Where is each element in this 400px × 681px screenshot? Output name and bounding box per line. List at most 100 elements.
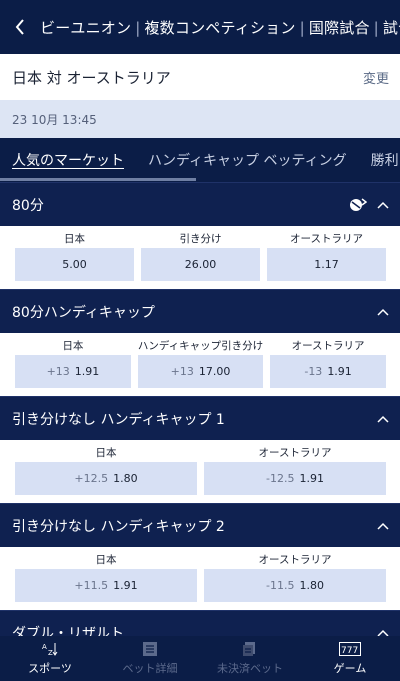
market-title: 80分ハンディキャップ [12,304,155,321]
market-section: ダブル・リザルト [0,610,400,636]
market-section: 引き分けなし ハンディキャップ 2 日本 +11.5 1.91 オーストラリア -… [0,503,400,610]
odds-button[interactable]: +12.5 1.80 [15,462,197,495]
odds-value: 1.17 [314,258,339,271]
tab-winning-margin[interactable]: 勝利マージン [359,138,400,182]
market-title: 80分 [12,197,44,214]
odds-button[interactable]: -11.5 1.80 [204,569,386,602]
odds-value: 1.91 [299,472,324,485]
market-header[interactable]: 80分ハンディキャップ [0,289,400,333]
match-header: 日本 対 オーストラリア 変更 [0,54,400,100]
market-section: 引き分けなし ハンディキャップ 1 日本 +12.5 1.80 オーストラリア -… [0,396,400,503]
chevron-left-icon [15,19,24,35]
market-header[interactable]: 引き分けなし ハンディキャップ 2 [0,503,400,547]
odds-row: 日本 +11.5 1.91 オーストラリア -11.5 1.80 [0,547,400,610]
odds-button[interactable]: +13 1.91 [15,355,131,388]
odds-value: 5.00 [62,258,87,271]
odds-value: 1.91 [74,365,100,378]
chevron-up-icon[interactable] [377,308,389,316]
market-header[interactable]: 引き分けなし ハンディキャップ 1 [0,396,400,440]
outcome-column: ハンディキャップ引き分け +13 17.00 [137,339,264,388]
odds-row: 日本 +13 1.91 ハンディキャップ引き分け +13 17.00 オーストラリア… [0,333,400,396]
breadcrumb-item[interactable]: 国際試合 [309,19,370,37]
breadcrumb: ビーユニオン|複数コンペティション|国際試合|試合 [40,17,400,38]
markets-list: 80分 日本 5.00 引き分け 26.00 オーストラリア 1.17 80分ハ… [0,182,400,636]
bottom-navigation: AZ スポーツ ベット詳細 未決済ベット 777 ゲーム [0,636,400,681]
chevron-up-icon[interactable] [377,522,389,530]
outcome-column: オーストラリア -11.5 1.80 [204,553,386,602]
breadcrumb-item[interactable]: ビーユニオン [40,19,131,37]
odds-button[interactable]: 26.00 [141,248,260,281]
odds-value: 17.00 [198,365,231,378]
handicap-value: +13 [46,365,70,378]
back-button[interactable] [0,0,40,54]
market-title: 引き分けなし ハンディキャップ 1 [12,411,225,428]
nav-open-bets[interactable]: 未決済ベット [200,636,300,681]
odds-row: 日本 5.00 引き分け 26.00 オーストラリア 1.17 [0,226,400,289]
odds-value: 1.80 [299,579,324,592]
outcome-column: 日本 +13 1.91 [15,339,131,388]
odds-button[interactable]: 5.00 [15,248,134,281]
handicap-value: +11.5 [74,579,109,592]
tab-label: 勝利マージン [370,153,400,169]
market-section: 80分 日本 5.00 引き分け 26.00 オーストラリア 1.17 [0,182,400,289]
nav-label: ゲーム [333,661,367,675]
handicap-value: -12.5 [266,472,295,485]
breadcrumb-separator: | [299,18,305,37]
match-datetime-bar: 23 10月 13:45 [0,100,400,138]
outcome-label: オーストラリア [291,340,365,352]
open-bets-icon [243,641,255,656]
chevron-up-icon[interactable] [377,629,389,636]
change-match-link[interactable]: 変更 [363,68,389,87]
outcome-label: 日本 [95,447,117,459]
outcome-column: 日本 +11.5 1.91 [15,553,197,602]
match-title: 日本 対 オーストラリア [12,68,171,87]
odds-button[interactable]: +13 17.00 [137,355,264,388]
breadcrumb-separator: | [135,18,141,37]
odds-button[interactable]: -13 1.91 [270,355,387,388]
nav-label: 未決済ベット [217,661,283,675]
breadcrumb-item[interactable]: 試合 [383,19,400,37]
market-section: 80分ハンディキャップ 日本 +13 1.91 ハンディキャップ引き分け +13 1… [0,289,400,396]
tab-label: 人気のマーケット [12,153,124,169]
odds-value: 1.80 [113,472,138,485]
market-header[interactable]: ダブル・リザルト [0,610,400,636]
breadcrumb-item[interactable]: 複数コンペティション [144,19,295,37]
az-sort-icon: AZ [42,642,58,656]
odds-button[interactable]: 1.17 [267,248,386,281]
odds-value: 26.00 [184,258,217,271]
outcome-label: オーストラリア [258,447,332,459]
market-title: ダブル・リザルト [12,625,124,637]
chevron-up-icon[interactable] [377,201,389,209]
odds-button[interactable]: +11.5 1.91 [15,569,197,602]
tab-popular-markets[interactable]: 人気のマーケット [0,138,136,182]
market-header-icons [349,197,389,213]
slot-777-icon: 777 [339,641,361,656]
nav-games[interactable]: 777 ゲーム [300,636,400,681]
handicap-value: -13 [304,365,323,378]
outcome-column: 日本 +12.5 1.80 [15,446,197,495]
outcome-label: ハンディキャップ引き分け [137,340,264,352]
bet-slip-icon [143,641,157,656]
outcome-column: オーストラリア 1.17 [267,232,386,281]
outcome-column: 日本 5.00 [15,232,134,281]
outcome-column: 引き分け 26.00 [141,232,260,281]
outcome-label: 日本 [95,554,117,566]
handicap-value: -11.5 [266,579,295,592]
odds-button[interactable]: -12.5 1.91 [204,462,386,495]
nav-sports[interactable]: AZ スポーツ [0,636,100,681]
handicap-value: +12.5 [74,472,109,485]
odds-value: 1.91 [327,365,352,378]
outcome-column: オーストラリア -12.5 1.91 [204,446,386,495]
chevron-up-icon[interactable] [377,415,389,423]
outcome-label: 日本 [64,233,85,245]
nav-bet-details[interactable]: ベット詳細 [100,636,200,681]
svg-text:Z: Z [48,649,53,656]
market-header[interactable]: 80分 [0,182,400,226]
outcome-label: オーストラリア [258,554,332,566]
market-title: 引き分けなし ハンディキャップ 2 [12,518,225,535]
nav-label: ベット詳細 [122,661,178,675]
odds-value: 1.91 [113,579,138,592]
field-swap-icon[interactable] [349,197,367,213]
outcome-label: 日本 [62,340,84,352]
tab-handicap-betting[interactable]: ハンディキャップ ベッティング [136,138,359,182]
